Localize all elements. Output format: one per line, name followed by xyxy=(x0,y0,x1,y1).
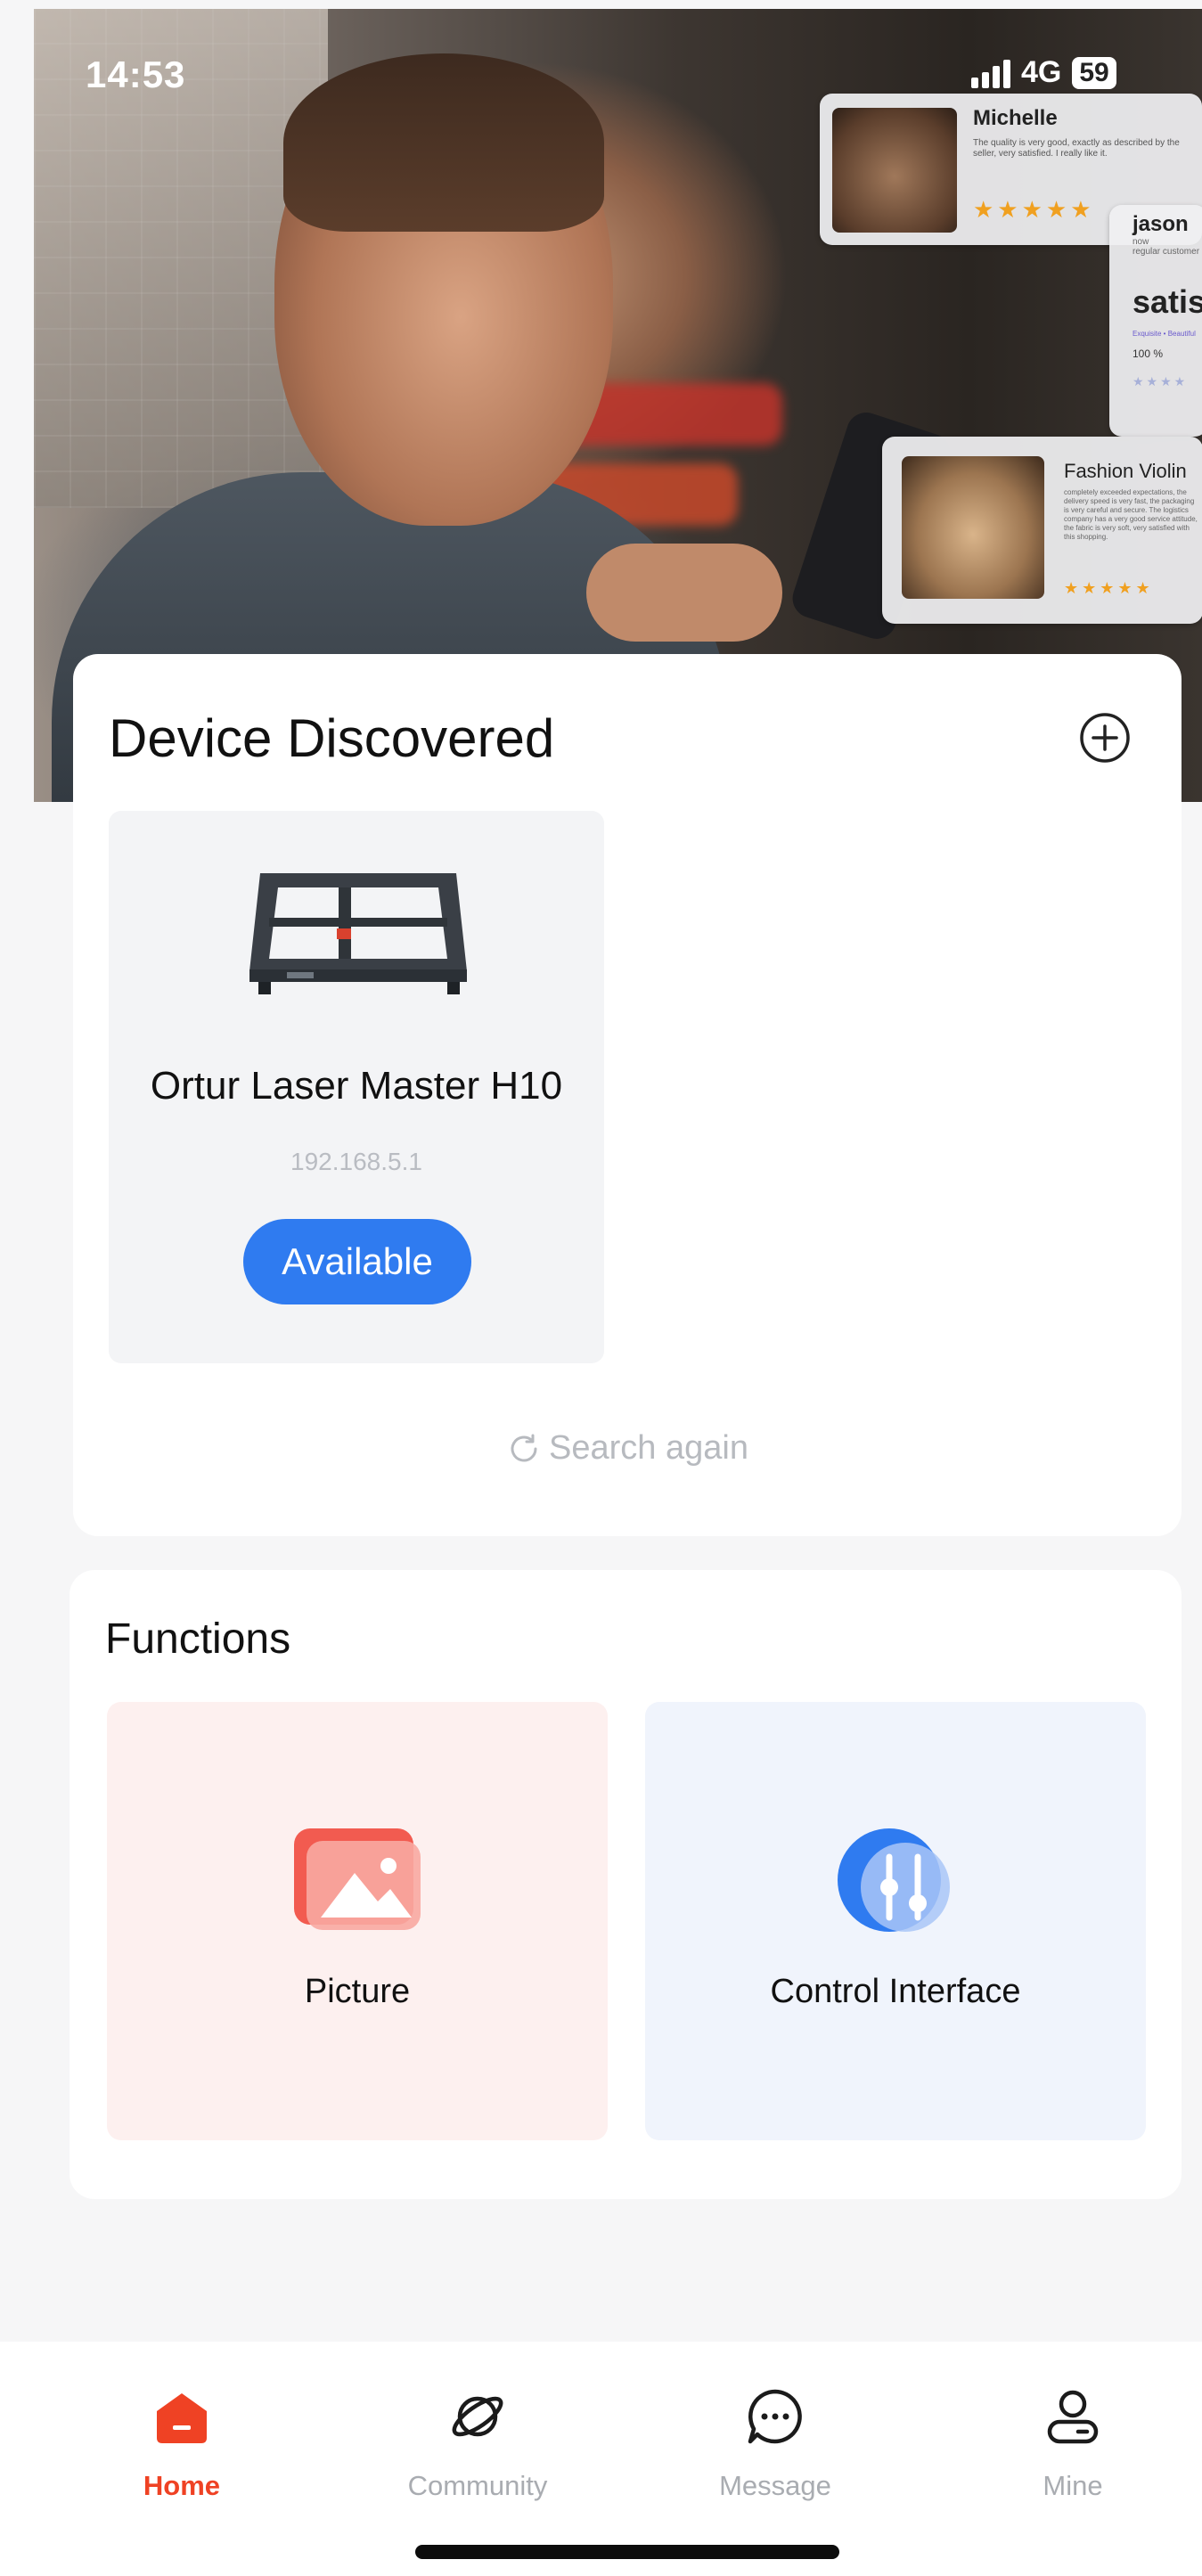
review-author: Michelle xyxy=(973,106,1058,130)
tab-label: Message xyxy=(719,2470,831,2501)
review-text: completely exceeded expectations, the de… xyxy=(1064,488,1198,541)
tab-mine[interactable]: Mine xyxy=(975,2368,1171,2501)
review-card: Fashion Violin completely exceeded expec… xyxy=(882,437,1202,624)
review-headline: satis xyxy=(1132,283,1202,320)
search-again-button[interactable]: Search again xyxy=(73,1429,1182,1468)
chat-icon xyxy=(748,2389,802,2444)
review-percent: 100 % xyxy=(1132,348,1164,360)
tab-label: Home xyxy=(143,2470,221,2501)
plus-circle-icon xyxy=(1080,713,1130,763)
function-control-interface[interactable]: Control Interface xyxy=(645,1702,1146,2140)
section-title: Device Discovered xyxy=(109,708,555,768)
star-rating: ★★★★★ xyxy=(973,196,1095,223)
device-name: Ortur Laser Master H10 xyxy=(150,1064,563,1108)
review-product-thumbnail xyxy=(902,456,1044,599)
review-customer-type: regular customer xyxy=(1132,247,1200,257)
review-author: jason xyxy=(1132,212,1189,236)
tab-message[interactable]: Message xyxy=(677,2368,873,2501)
review-meta: now regular customer xyxy=(1132,237,1199,257)
app-screen: 14:53 4G 59 Michelle The quality is very… xyxy=(0,0,1202,2576)
battery-level: 59 xyxy=(1072,56,1116,89)
functions-card: Functions Picture Control Interface xyxy=(70,1570,1182,2199)
function-label: Picture xyxy=(304,1973,411,2010)
refresh-icon xyxy=(511,1434,537,1461)
home-indicator[interactable] xyxy=(415,2545,839,2559)
review-author: Fashion Violin xyxy=(1064,460,1187,482)
tab-home[interactable]: Home xyxy=(84,2368,280,2501)
review-time: now xyxy=(1132,237,1149,247)
person-hair xyxy=(283,53,604,232)
status-time: 14:53 xyxy=(86,53,186,95)
bottom-tab-bar: Home Community Message Mine xyxy=(0,2342,1202,2576)
planet-icon xyxy=(452,2396,503,2437)
device-status-button[interactable]: Available xyxy=(243,1219,471,1304)
sliders-icon xyxy=(838,1828,950,1932)
review-tag: Exquisite • Beautiful xyxy=(1132,330,1196,338)
review-text: The quality is very good, exactly as des… xyxy=(973,138,1180,159)
review-product-thumbnail xyxy=(832,108,957,233)
laser-engraver-image xyxy=(249,873,467,994)
person-hand xyxy=(586,544,782,642)
star-rating: ★★★★ xyxy=(1132,374,1189,388)
person-icon xyxy=(1047,2390,1099,2444)
search-again-label: Search again xyxy=(549,1429,748,1467)
device-tile[interactable]: Ortur Laser Master H10 192.168.5.1 Avail… xyxy=(109,811,604,1363)
status-indicators: 4G 59 xyxy=(971,55,1116,90)
section-title: Functions xyxy=(105,1615,291,1663)
star-rating: ★★★★★ xyxy=(1064,579,1154,597)
review-card: jason now regular customer satis Exquisi… xyxy=(1109,205,1202,437)
function-picture[interactable]: Picture xyxy=(107,1702,608,2140)
signal-icon xyxy=(971,58,1010,88)
tab-label: Mine xyxy=(1043,2470,1103,2501)
device-discovered-card: Device Discovered Ortur Laser Master H10 xyxy=(73,654,1182,1536)
tab-label: Community xyxy=(407,2470,548,2501)
network-type: 4G xyxy=(1021,55,1062,89)
device-ip: 192.168.5.1 xyxy=(290,1148,422,1175)
function-label: Control Interface xyxy=(770,1973,1021,2010)
tab-community[interactable]: Community xyxy=(380,2368,576,2501)
add-device-button[interactable] xyxy=(1078,711,1132,765)
image-icon xyxy=(294,1828,421,1930)
home-icon xyxy=(157,2393,207,2443)
